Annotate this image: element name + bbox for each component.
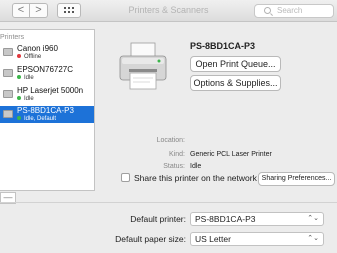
minus-icon: — [3,192,13,202]
printer-icon [3,110,13,118]
status-value: Idle [190,163,202,170]
default-printer-select[interactable]: PS-8BD1CA-P3 ⌃⌄ [190,212,324,226]
open-print-queue-button[interactable]: Open Print Queue... [190,56,281,72]
printer-status: Idle [17,96,34,102]
status-dot [17,96,21,100]
chevron-updown-icon: ⌃⌄ [307,215,319,222]
status-dot [17,75,21,79]
status-label: Status: [163,163,185,170]
paper-size-value: US Letter [195,234,231,244]
location-label: Location: [156,137,185,144]
printer-name: EPSON76727C [17,65,74,74]
printer-status: Idle [17,75,34,81]
printer-name: Canon i960 [17,44,58,53]
printer-list[interactable]: Printers Canon i960 Offline EPSON76727C … [0,29,95,191]
printer-icon [3,90,13,98]
printer-name: HP Laserjet 5000n [17,86,84,95]
printer-item-ps-8bd1ca-p3[interactable]: PS-8BD1CA-P3 Idle, Default [0,106,94,123]
share-printer-checkbox[interactable] [121,173,130,182]
status-dot [17,116,21,120]
status-dot [17,54,21,58]
title-bar: < > Printers & Scanners Search [0,0,337,22]
printer-title: PS-8BD1CA-P3 [190,41,256,51]
chevron-updown-icon: ⌃⌄ [307,235,319,242]
default-printer-label: Default printer: [130,214,186,224]
printer-status: Offline [17,54,41,60]
default-paper-size-label: Default paper size: [115,234,186,244]
search-field[interactable]: Search [254,4,334,18]
printer-item-canon[interactable]: Canon i960 Offline [0,44,94,61]
kind-label: Kind: [169,151,185,158]
divider [0,202,337,203]
printer-item-epson[interactable]: EPSON76727C Idle [0,65,94,82]
search-icon [264,7,271,14]
share-printer-label: Share this printer on the network [134,173,257,183]
printer-large-icon [119,42,167,90]
printer-item-hp[interactable]: HP Laserjet 5000n Idle [0,86,94,103]
list-header: Printers [0,34,25,41]
sharing-preferences-button[interactable]: Sharing Preferences... [258,172,335,186]
printer-status: Idle, Default [17,116,56,122]
printer-icon [3,48,13,56]
default-paper-size-select[interactable]: US Letter ⌃⌄ [190,232,324,246]
search-placeholder: Search [277,6,303,15]
kind-value: Generic PCL Laser Printer [190,151,272,158]
default-printer-value: PS-8BD1CA-P3 [195,214,256,224]
options-supplies-button[interactable]: Options & Supplies... [190,75,281,91]
printer-name: PS-8BD1CA-P3 [17,106,74,115]
printer-icon [3,69,13,77]
